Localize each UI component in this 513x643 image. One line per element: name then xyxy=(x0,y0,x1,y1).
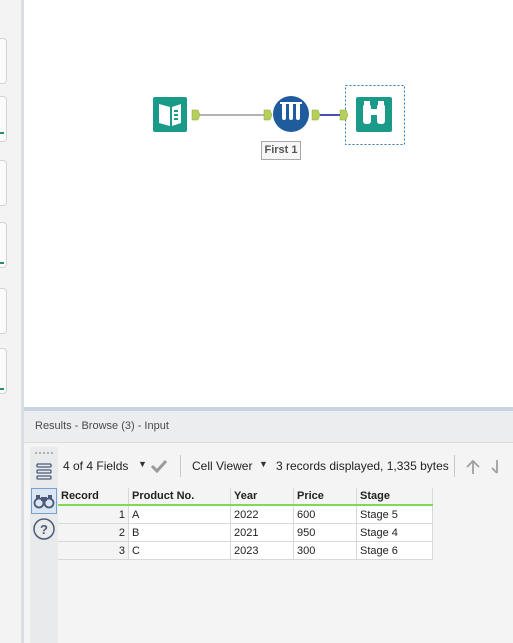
price-cell[interactable]: 600 xyxy=(293,505,357,524)
column-header-price[interactable]: Price xyxy=(293,488,357,506)
price-cell[interactable]: 300 xyxy=(293,541,357,560)
arrow-up-icon[interactable] xyxy=(464,458,482,476)
stage-cell[interactable]: Stage 4 xyxy=(356,523,433,542)
year-cell[interactable]: 2023 xyxy=(230,541,294,560)
column-header-year[interactable]: Year xyxy=(230,488,294,506)
palette-tab[interactable] xyxy=(0,160,7,206)
sample-tool[interactable] xyxy=(263,96,321,132)
palette-tab[interactable] xyxy=(0,288,7,334)
stage-cell[interactable]: Stage 5 xyxy=(356,505,433,524)
product-cell[interactable]: A xyxy=(128,505,231,524)
toolbar-divider xyxy=(180,455,181,477)
palette-marker xyxy=(0,388,4,390)
column-header-stage[interactable]: Stage xyxy=(356,488,433,506)
stage-cell[interactable]: Stage 6 xyxy=(356,541,433,560)
fields-list-icon[interactable] xyxy=(36,463,52,480)
table-row[interactable]: 1 A 2022 600 Stage 5 xyxy=(58,505,433,524)
record-cell: 2 xyxy=(58,523,129,542)
palette-marker xyxy=(0,262,4,264)
chevron-down-icon[interactable]: ▼ xyxy=(259,459,268,469)
year-cell[interactable]: 2021 xyxy=(230,523,294,542)
help-icon[interactable]: ? xyxy=(33,518,55,540)
year-cell[interactable]: 2022 xyxy=(230,505,294,524)
cell-viewer-dropdown[interactable]: Cell Viewer xyxy=(192,459,252,473)
grip-icon[interactable] xyxy=(35,452,53,454)
arrow-down-icon[interactable] xyxy=(491,458,503,476)
workflow-canvas[interactable]: First 1 xyxy=(24,0,513,407)
results-panel: ? 4 of 4 Fields ▼ Cell Viewer ▼ 3 record… xyxy=(24,443,513,643)
results-toolbar: 4 of 4 Fields ▼ Cell Viewer ▼ 3 records … xyxy=(58,443,513,483)
checkmark-icon[interactable] xyxy=(150,459,168,473)
record-cell: 1 xyxy=(58,505,129,524)
product-cell[interactable]: B xyxy=(128,523,231,542)
results-header: Results - Browse (3) - Input xyxy=(24,411,513,443)
input-anchor xyxy=(339,109,349,121)
chevron-down-icon[interactable]: ▼ xyxy=(138,459,147,469)
fields-dropdown[interactable]: 4 of 4 Fields xyxy=(63,459,128,473)
results-table[interactable]: Record Product No. Year Price Stage 1 A … xyxy=(58,488,433,560)
product-cell[interactable]: C xyxy=(128,541,231,560)
price-cell[interactable]: 950 xyxy=(293,523,357,542)
workflow-graph xyxy=(153,85,405,145)
palette-marker xyxy=(0,132,4,134)
binoculars-icon[interactable] xyxy=(31,488,57,514)
record-cell: 3 xyxy=(58,541,129,560)
palette-tab[interactable] xyxy=(0,96,7,142)
tool-palette-strip xyxy=(0,0,24,643)
results-side-toolbar: ? xyxy=(30,447,58,643)
results-title: Results - Browse (3) - Input xyxy=(35,420,169,432)
output-anchor xyxy=(311,109,321,121)
toolbar-divider xyxy=(454,455,455,477)
palette-tab[interactable] xyxy=(0,38,7,84)
svg-text:?: ? xyxy=(40,522,48,537)
input-anchor xyxy=(263,109,273,121)
table-header-row: Record Product No. Year Price Stage xyxy=(58,488,433,506)
input-data-tool[interactable] xyxy=(153,97,201,132)
records-info: 3 records displayed, 1,335 bytes xyxy=(276,459,449,473)
table-row[interactable]: 2 B 2021 950 Stage 4 xyxy=(58,523,433,542)
column-header-product[interactable]: Product No. xyxy=(128,488,231,506)
output-anchor xyxy=(191,109,201,121)
table-row[interactable]: 3 C 2023 300 Stage 6 xyxy=(58,541,433,560)
column-header-record[interactable]: Record xyxy=(58,488,129,506)
browse-tool[interactable] xyxy=(339,85,405,145)
sample-annotation: First 1 xyxy=(261,141,301,160)
